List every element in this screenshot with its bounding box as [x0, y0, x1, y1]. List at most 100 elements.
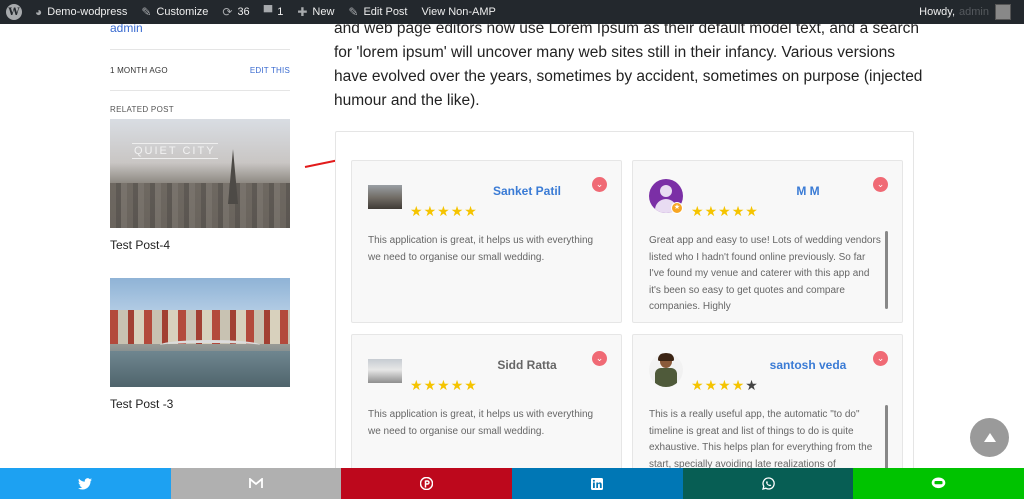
customize-label: Customize	[156, 6, 209, 18]
post-sidebar: admin 1 MONTH AGO EDIT THIS RELATED POST…	[110, 21, 290, 437]
star-filled-icon: ★	[704, 377, 719, 393]
reviewer-name[interactable]: Sanket Patil	[452, 184, 602, 198]
star-badge-icon: ★	[671, 202, 683, 214]
star-filled-icon: ★	[423, 377, 438, 393]
review-card: Sanket Patil ★★★★★ ⌄ This application is…	[351, 160, 622, 323]
whatsapp-icon	[761, 477, 775, 490]
star-filled-icon: ★	[718, 377, 732, 393]
new-content-menu[interactable]: ✚ New	[290, 0, 341, 24]
reviewer-name[interactable]: santosh veda	[733, 358, 883, 372]
rating-stars: ★★★★★	[410, 377, 478, 394]
related-post-title[interactable]: Test Post-4	[110, 238, 290, 278]
reviewer-name[interactable]: M M	[733, 184, 883, 198]
star-filled-icon: ★	[410, 203, 424, 219]
view-non-amp-label: View Non-AMP	[421, 6, 496, 18]
eiffel-tower-shape	[228, 149, 238, 204]
star-empty-icon: ★	[745, 377, 759, 393]
edit-post-link[interactable]: ✎ Edit Post	[341, 0, 414, 24]
new-label: New	[312, 6, 335, 18]
site-name: Demo-wodpress	[47, 6, 128, 18]
wordpress-logo-icon: W	[6, 4, 22, 20]
thumbnail-caption: QUIET CITY	[132, 143, 218, 159]
review-text: Great app and easy to use! Lots of weddi…	[649, 235, 881, 311]
star-filled-icon: ★	[423, 203, 438, 219]
review-source-icon[interactable]: ⌄	[592, 177, 607, 192]
line-icon	[931, 477, 946, 489]
brush-icon: ✎	[141, 5, 152, 19]
star-filled-icon: ★	[745, 203, 759, 219]
share-pinterest-button[interactable]	[341, 468, 513, 499]
arrow-up-icon	[983, 433, 996, 442]
pinterest-icon	[420, 477, 434, 490]
share-linkedin-button[interactable]	[512, 468, 683, 499]
review-card: ★ M M ★★★★★ ⌄ Great app and easy to use!…	[632, 160, 903, 323]
thumbnail-buildings	[110, 310, 290, 344]
gmail-icon	[249, 478, 263, 488]
thumbnail-bridge	[160, 340, 260, 350]
post-meta: 1 MONTH AGO EDIT THIS	[110, 50, 290, 90]
star-filled-icon: ★	[410, 377, 424, 393]
reviewer-name[interactable]: Sidd Ratta	[452, 358, 602, 372]
reviewer-avatar	[368, 359, 402, 383]
share-line-button[interactable]	[853, 468, 1024, 499]
comments-link[interactable]: ▀ 1	[257, 0, 291, 24]
review-scrollbar[interactable]	[885, 231, 888, 309]
edit-post-label: Edit Post	[363, 6, 408, 18]
view-non-amp-link[interactable]: View Non-AMP	[415, 0, 503, 24]
edit-this-link[interactable]: EDIT THIS	[250, 66, 290, 75]
star-filled-icon: ★	[450, 377, 465, 393]
share-twitter-button[interactable]	[0, 468, 171, 499]
star-filled-icon: ★	[731, 377, 746, 393]
wordpress-menu[interactable]: W	[0, 0, 28, 24]
comment-icon: ▀	[263, 5, 273, 19]
thumbnail-river	[110, 351, 290, 387]
related-post-heading: RELATED POST	[110, 105, 174, 114]
share-whatsapp-button[interactable]	[682, 468, 854, 499]
related-post-title[interactable]: Test Post -3	[110, 397, 290, 437]
article-paragraph: and web page editors now use Lorem Ipsum…	[334, 20, 923, 109]
back-to-top-button[interactable]	[970, 418, 1009, 457]
dashboard-icon: ◕	[35, 5, 43, 19]
star-filled-icon: ★	[718, 203, 732, 219]
admin-bar: W ◕ Demo-wodpress ✎ Customize ⟳ 36 ▀ 1 ✚…	[0, 0, 1024, 24]
share-bar	[0, 468, 1024, 499]
reviewer-avatar	[649, 353, 683, 387]
star-filled-icon: ★	[704, 203, 719, 219]
rating-stars: ★★★★★	[691, 203, 759, 220]
account-menu[interactable]: Howdy, admin	[912, 0, 1024, 24]
reviewer-avatar	[368, 185, 402, 209]
star-filled-icon: ★	[437, 377, 451, 393]
star-filled-icon: ★	[731, 203, 746, 219]
post-date: 1 MONTH AGO	[110, 65, 168, 75]
updates-link[interactable]: ⟳ 36	[215, 0, 256, 24]
review-text: This application is great, it helps us w…	[368, 409, 594, 437]
share-gmail-button[interactable]	[170, 468, 342, 499]
star-filled-icon: ★	[691, 203, 705, 219]
site-name-menu[interactable]: ◕ Demo-wodpress	[28, 0, 134, 24]
pencil-icon: ✎	[348, 5, 359, 19]
star-filled-icon: ★	[437, 203, 451, 219]
related-post-thumbnail[interactable]: QUIET CITY	[110, 119, 290, 228]
howdy-label: Howdy,	[919, 6, 956, 18]
rating-stars: ★★★★★	[691, 377, 759, 394]
updates-icon: ⟳	[222, 5, 233, 19]
star-filled-icon: ★	[691, 377, 705, 393]
article-body: and web page editors now use Lorem Ipsum…	[334, 20, 924, 113]
plus-icon: ✚	[297, 5, 308, 19]
customize-link[interactable]: ✎ Customize	[134, 0, 215, 24]
review-source-icon[interactable]: ⌄	[873, 351, 888, 366]
linkedin-icon	[591, 477, 604, 490]
updates-count: 36	[237, 6, 250, 18]
star-filled-icon: ★	[464, 203, 478, 219]
rating-stars: ★★★★★	[410, 203, 478, 220]
related-post-thumbnail[interactable]	[110, 278, 290, 387]
review-text: This application is great, it helps us w…	[368, 235, 594, 263]
reviews-widget: Sanket Patil ★★★★★ ⌄ This application is…	[335, 131, 914, 497]
star-filled-icon: ★	[450, 203, 465, 219]
review-source-icon[interactable]: ⌄	[873, 177, 888, 192]
twitter-icon	[78, 477, 93, 490]
thumbnail-city-roofs	[110, 183, 290, 228]
comments-count: 1	[277, 6, 284, 18]
review-source-icon[interactable]: ⌄	[592, 351, 607, 366]
account-username: admin	[959, 6, 989, 18]
